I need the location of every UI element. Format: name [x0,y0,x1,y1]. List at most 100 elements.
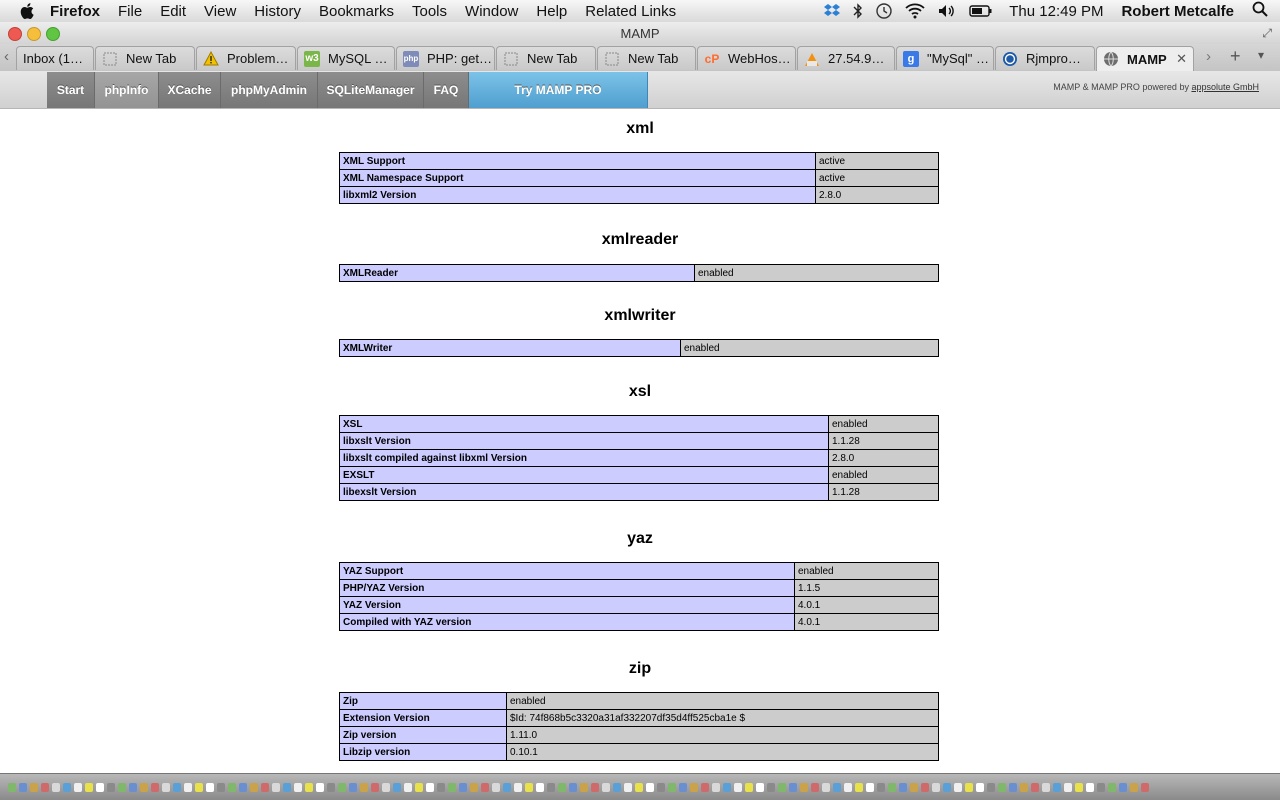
dock-app-icon[interactable] [239,782,247,792]
dock-app-icon[interactable] [866,782,874,792]
dock-app-icon[interactable] [580,782,588,792]
dock-app-icon[interactable] [976,782,984,792]
dock-app-icon[interactable] [547,782,555,792]
menu-related-links[interactable]: Related Links [585,3,676,20]
dock-app-icon[interactable] [965,782,973,792]
dock-app-icon[interactable] [591,782,599,792]
menubar-clock[interactable]: Thu 12:49 PM [1009,3,1103,20]
nav-faq[interactable]: FAQ [424,72,469,108]
dock-app-icon[interactable] [756,782,764,792]
volume-icon[interactable] [937,3,957,19]
dock-app-icon[interactable] [822,782,830,792]
tab-mamp[interactable]: MAMP ✕ [1096,46,1194,71]
dock-app-icon[interactable] [613,782,621,792]
nav-phpinfo[interactable]: phpInfo [95,72,159,108]
dock-app-icon[interactable] [1097,782,1105,792]
dock-app-icon[interactable] [360,782,368,792]
dock-app-icon[interactable] [844,782,852,792]
dock-app-icon[interactable] [1141,782,1149,792]
dock-app-icon[interactable] [74,782,82,792]
dock-app-icon[interactable] [41,782,49,792]
dock-app-icon[interactable] [1130,782,1138,792]
dock-app-icon[interactable] [877,782,885,792]
zoom-window-button[interactable] [46,27,60,41]
dock-app-icon[interactable] [536,782,544,792]
dock-app-icon[interactable] [107,782,115,792]
dock-app-icon[interactable] [294,782,302,792]
dock-app-icon[interactable] [481,782,489,792]
dock-app-icon[interactable] [195,782,203,792]
dock-app-icon[interactable] [800,782,808,792]
dock-app-icon[interactable] [701,782,709,792]
tab-inbox[interactable]: Inbox (1… [16,46,94,70]
dock-app-icon[interactable] [283,782,291,792]
time-machine-icon[interactable] [875,2,893,20]
dock-app-icon[interactable] [1119,782,1127,792]
nav-xcache[interactable]: XCache [159,72,221,108]
dock-app-icon[interactable] [558,782,566,792]
close-tab-icon[interactable]: ✕ [1176,51,1187,67]
dock-app-icon[interactable] [998,782,1006,792]
close-window-button[interactable] [8,27,22,41]
dock-app-icon[interactable] [206,782,214,792]
dock-app-icon[interactable] [767,782,775,792]
dock-app-icon[interactable] [316,782,324,792]
menu-view[interactable]: View [204,3,236,20]
dock-app-icon[interactable] [140,782,148,792]
dock-app-icon[interactable] [371,782,379,792]
dock-app-icon[interactable] [690,782,698,792]
dock-app-icon[interactable] [1009,782,1017,792]
dock-app-icon[interactable] [525,782,533,792]
dock-app-icon[interactable] [404,782,412,792]
dock-app-icon[interactable] [723,782,731,792]
dock-app-icon[interactable] [745,782,753,792]
nav-start[interactable]: Start [47,72,95,108]
bluetooth-icon[interactable] [853,3,863,19]
dock-app-icon[interactable] [657,782,665,792]
dock-app-icon[interactable] [635,782,643,792]
menu-firefox[interactable]: Firefox [50,3,100,20]
dock-app-icon[interactable] [261,782,269,792]
tab-new-tab-1[interactable]: New Tab [95,46,195,70]
menubar-user[interactable]: Robert Metcalfe [1121,3,1234,20]
appsolute-link[interactable]: appsolute GmbH [1191,82,1259,92]
dock-app-icon[interactable] [1086,782,1094,792]
dock-app-icon[interactable] [1020,782,1028,792]
dock-app-icon[interactable] [228,782,236,792]
dock-app-icon[interactable] [987,782,995,792]
dock-app-icon[interactable] [184,782,192,792]
battery-icon[interactable] [969,4,993,18]
dock-app-icon[interactable] [668,782,676,792]
dock-app-icon[interactable] [569,782,577,792]
dock-app-icon[interactable] [217,782,225,792]
minimize-window-button[interactable] [27,27,41,41]
dock-app-icon[interactable] [52,782,60,792]
new-tab-plus-icon[interactable]: + [1230,46,1241,67]
dock-app-icon[interactable] [30,782,38,792]
wifi-icon[interactable] [905,3,925,19]
dock-app-icon[interactable] [85,782,93,792]
tab-problem[interactable]: Problem… [196,46,296,70]
dock-app-icon[interactable] [349,782,357,792]
nav-phpmyadmin[interactable]: phpMyAdmin [221,72,318,108]
menu-help[interactable]: Help [536,3,567,20]
tab-scroll-left-icon[interactable]: ‹ [4,48,9,65]
dock-app-icon[interactable] [734,782,742,792]
dock-app-icon[interactable] [437,782,445,792]
tab-mysql[interactable]: w3 MySQL … [297,46,395,70]
dock-app-icon[interactable] [492,782,500,792]
tab-php[interactable]: php PHP: get… [396,46,495,70]
dock-app-icon[interactable] [855,782,863,792]
menu-history[interactable]: History [254,3,301,20]
dock-app-icon[interactable] [789,782,797,792]
dock-app-icon[interactable] [1031,782,1039,792]
tab-new-tab-2[interactable]: New Tab [496,46,596,70]
menu-tools[interactable]: Tools [412,3,447,20]
dock-app-icon[interactable] [646,782,654,792]
dock-app-icon[interactable] [448,782,456,792]
dock-app-icon[interactable] [811,782,819,792]
dock-app-icon[interactable] [393,782,401,792]
dock-app-icon[interactable] [1075,782,1083,792]
dock-app-icon[interactable] [954,782,962,792]
dock-app-icon[interactable] [327,782,335,792]
